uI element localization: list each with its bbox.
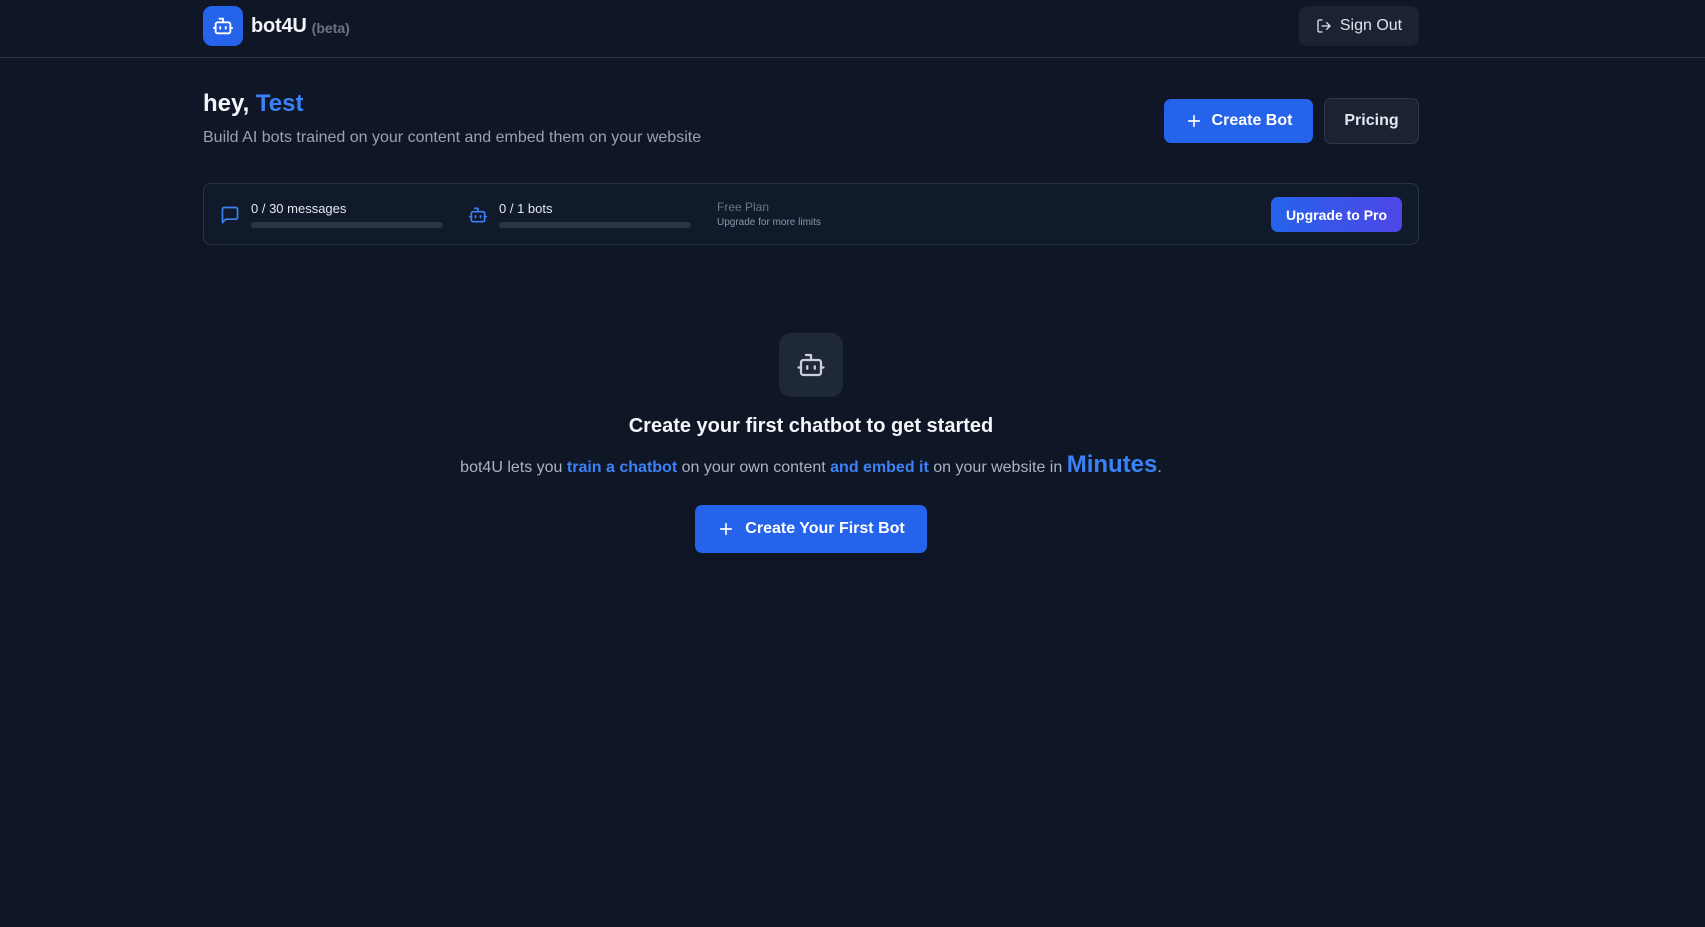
upgrade-to-pro-button[interactable]: Upgrade to Pro xyxy=(1271,197,1402,232)
plan-hint: Upgrade for more limits xyxy=(717,217,821,228)
brand-name: bot4U xyxy=(251,14,307,37)
robot-icon xyxy=(203,6,243,46)
pricing-button[interactable]: Pricing xyxy=(1324,98,1419,144)
usage-card: 0 / 30 messages 0 / 1 bots Free Plan Upg… xyxy=(203,183,1419,245)
message-icon xyxy=(219,204,241,226)
plus-icon xyxy=(1185,112,1203,130)
create-bot-label: Create Bot xyxy=(1211,112,1293,129)
desc-highlight: train a chatbot xyxy=(566,459,678,476)
messages-usage: 0 / 30 messages xyxy=(219,201,443,228)
robot-icon xyxy=(467,204,489,226)
sign-out-button[interactable]: Sign Out xyxy=(1299,6,1419,46)
desc-period: . xyxy=(1157,459,1162,476)
plus-icon xyxy=(717,520,735,538)
bots-usage: 0 / 1 bots xyxy=(467,201,691,228)
plan-info: Free Plan Upgrade for more limits xyxy=(717,200,821,229)
beta-tag: (beta) xyxy=(311,20,350,36)
create-first-bot-button[interactable]: Create Your First Bot xyxy=(695,505,927,553)
desc-highlight-minutes: Minutes xyxy=(1066,451,1158,478)
bots-count: 0 / 1 bots xyxy=(499,201,553,216)
greeting-text: hey, xyxy=(203,90,250,117)
messages-count: 0 / 30 messages xyxy=(251,201,347,216)
plan-name: Free Plan xyxy=(717,200,770,214)
page-greeting: hey, Test xyxy=(203,90,304,118)
messages-progress-bar xyxy=(251,222,443,228)
desc-text: on your website in xyxy=(933,459,1063,476)
brand[interactable]: bot4U (beta) xyxy=(203,6,350,46)
desc-text: on your own content xyxy=(681,459,826,476)
username: Test xyxy=(255,90,304,117)
page-subtitle: Build AI bots trained on your content an… xyxy=(203,129,702,146)
desc-highlight: and embed it xyxy=(830,459,929,476)
create-bot-button[interactable]: Create Bot xyxy=(1164,99,1313,143)
robot-icon xyxy=(779,333,843,397)
empty-state-description: bot4U lets you train a chatbot on your o… xyxy=(0,451,1622,479)
sign-out-icon xyxy=(1316,18,1332,34)
create-first-bot-label: Create Your First Bot xyxy=(745,520,905,537)
desc-text: bot4U lets you xyxy=(460,459,563,476)
top-nav-bar: bot4U (beta) Sign Out xyxy=(0,0,1705,58)
bots-progress-bar xyxy=(499,222,691,228)
sign-out-label: Sign Out xyxy=(1339,17,1403,34)
empty-state-title: Create your first chatbot to get started xyxy=(628,415,994,437)
